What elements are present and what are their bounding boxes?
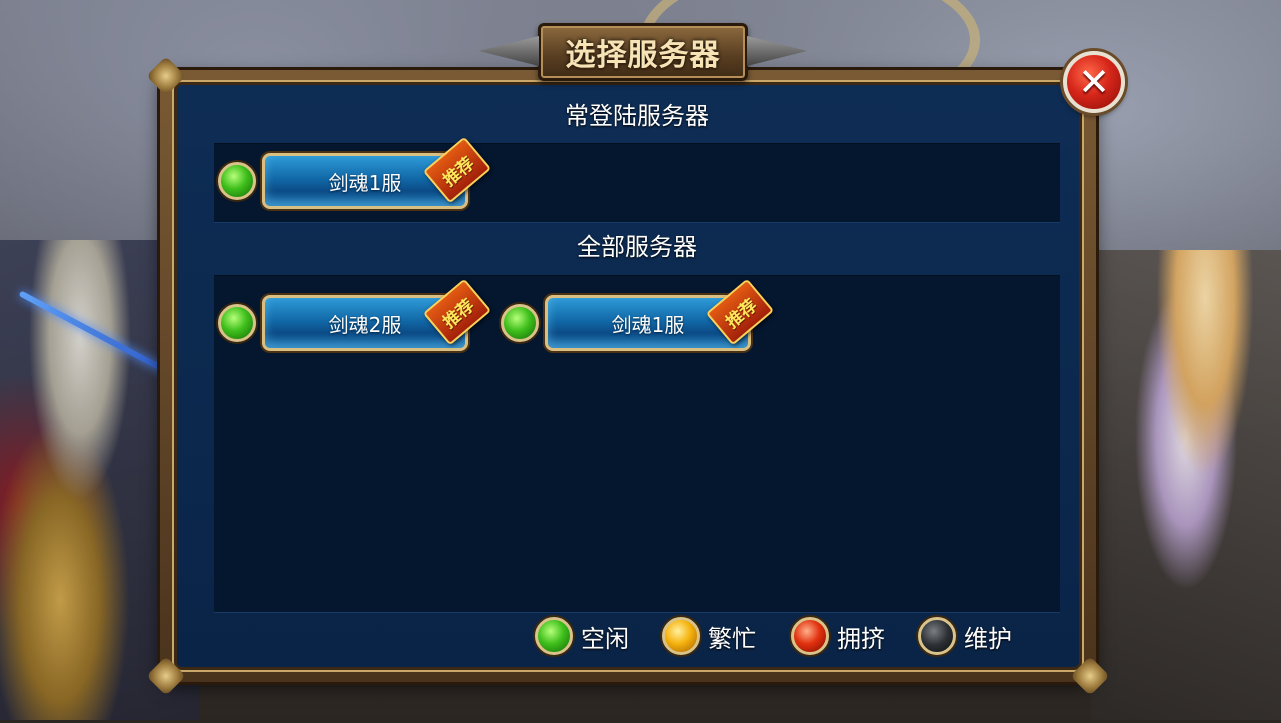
legend-busy: 繁忙: [662, 616, 756, 656]
recent-servers-panel: 剑魂1服 推荐: [214, 136, 1060, 223]
legend-busy-dot-icon: [662, 617, 700, 655]
recommended-badge-label: 推荐: [722, 295, 762, 333]
background-warrior-character: [1091, 250, 1281, 720]
legend-label: 维护: [964, 624, 1012, 653]
dialog-title: 选择服务器: [565, 38, 721, 73]
all-servers-heading: 全部服务器: [577, 233, 697, 261]
legend-label: 空闲: [581, 624, 629, 653]
legend-crowded: 拥挤: [791, 616, 885, 656]
close-button[interactable]: ✕: [1063, 51, 1125, 113]
close-x-icon: ✕: [1078, 60, 1110, 104]
status-idle-indicator: [501, 304, 539, 342]
legend-maintenance: 维护: [918, 616, 1012, 656]
server-entry[interactable]: 剑魂2服 推荐: [214, 278, 492, 355]
server-entry[interactable]: 剑魂1服 推荐: [214, 136, 492, 213]
recent-servers-heading: 常登陆服务器: [565, 102, 709, 130]
legend-idle-dot-icon: [535, 617, 573, 655]
legend-maintenance-dot-icon: [918, 617, 956, 655]
legend-crowded-dot-icon: [791, 617, 829, 655]
server-name: 剑魂2服: [328, 312, 402, 337]
status-idle-indicator: [218, 304, 256, 342]
all-servers-panel: 剑魂2服 推荐 剑魂1服 推荐: [214, 275, 1060, 613]
status-idle-indicator: [218, 162, 256, 200]
server-name: 剑魂1服: [328, 170, 402, 195]
server-entry[interactable]: 剑魂1服 推荐: [497, 278, 775, 355]
glowing-sword-icon: [18, 290, 172, 376]
server-name: 剑魂1服: [611, 312, 685, 337]
dialog-title-plaque: 选择服务器: [479, 23, 748, 81]
legend-idle: 空闲: [535, 616, 629, 656]
legend-label: 繁忙: [708, 624, 756, 653]
recommended-badge-label: 推荐: [439, 153, 479, 191]
legend-label: 拥挤: [837, 624, 885, 653]
title-wing-ornament: [479, 36, 539, 66]
recommended-badge-label: 推荐: [439, 295, 479, 333]
